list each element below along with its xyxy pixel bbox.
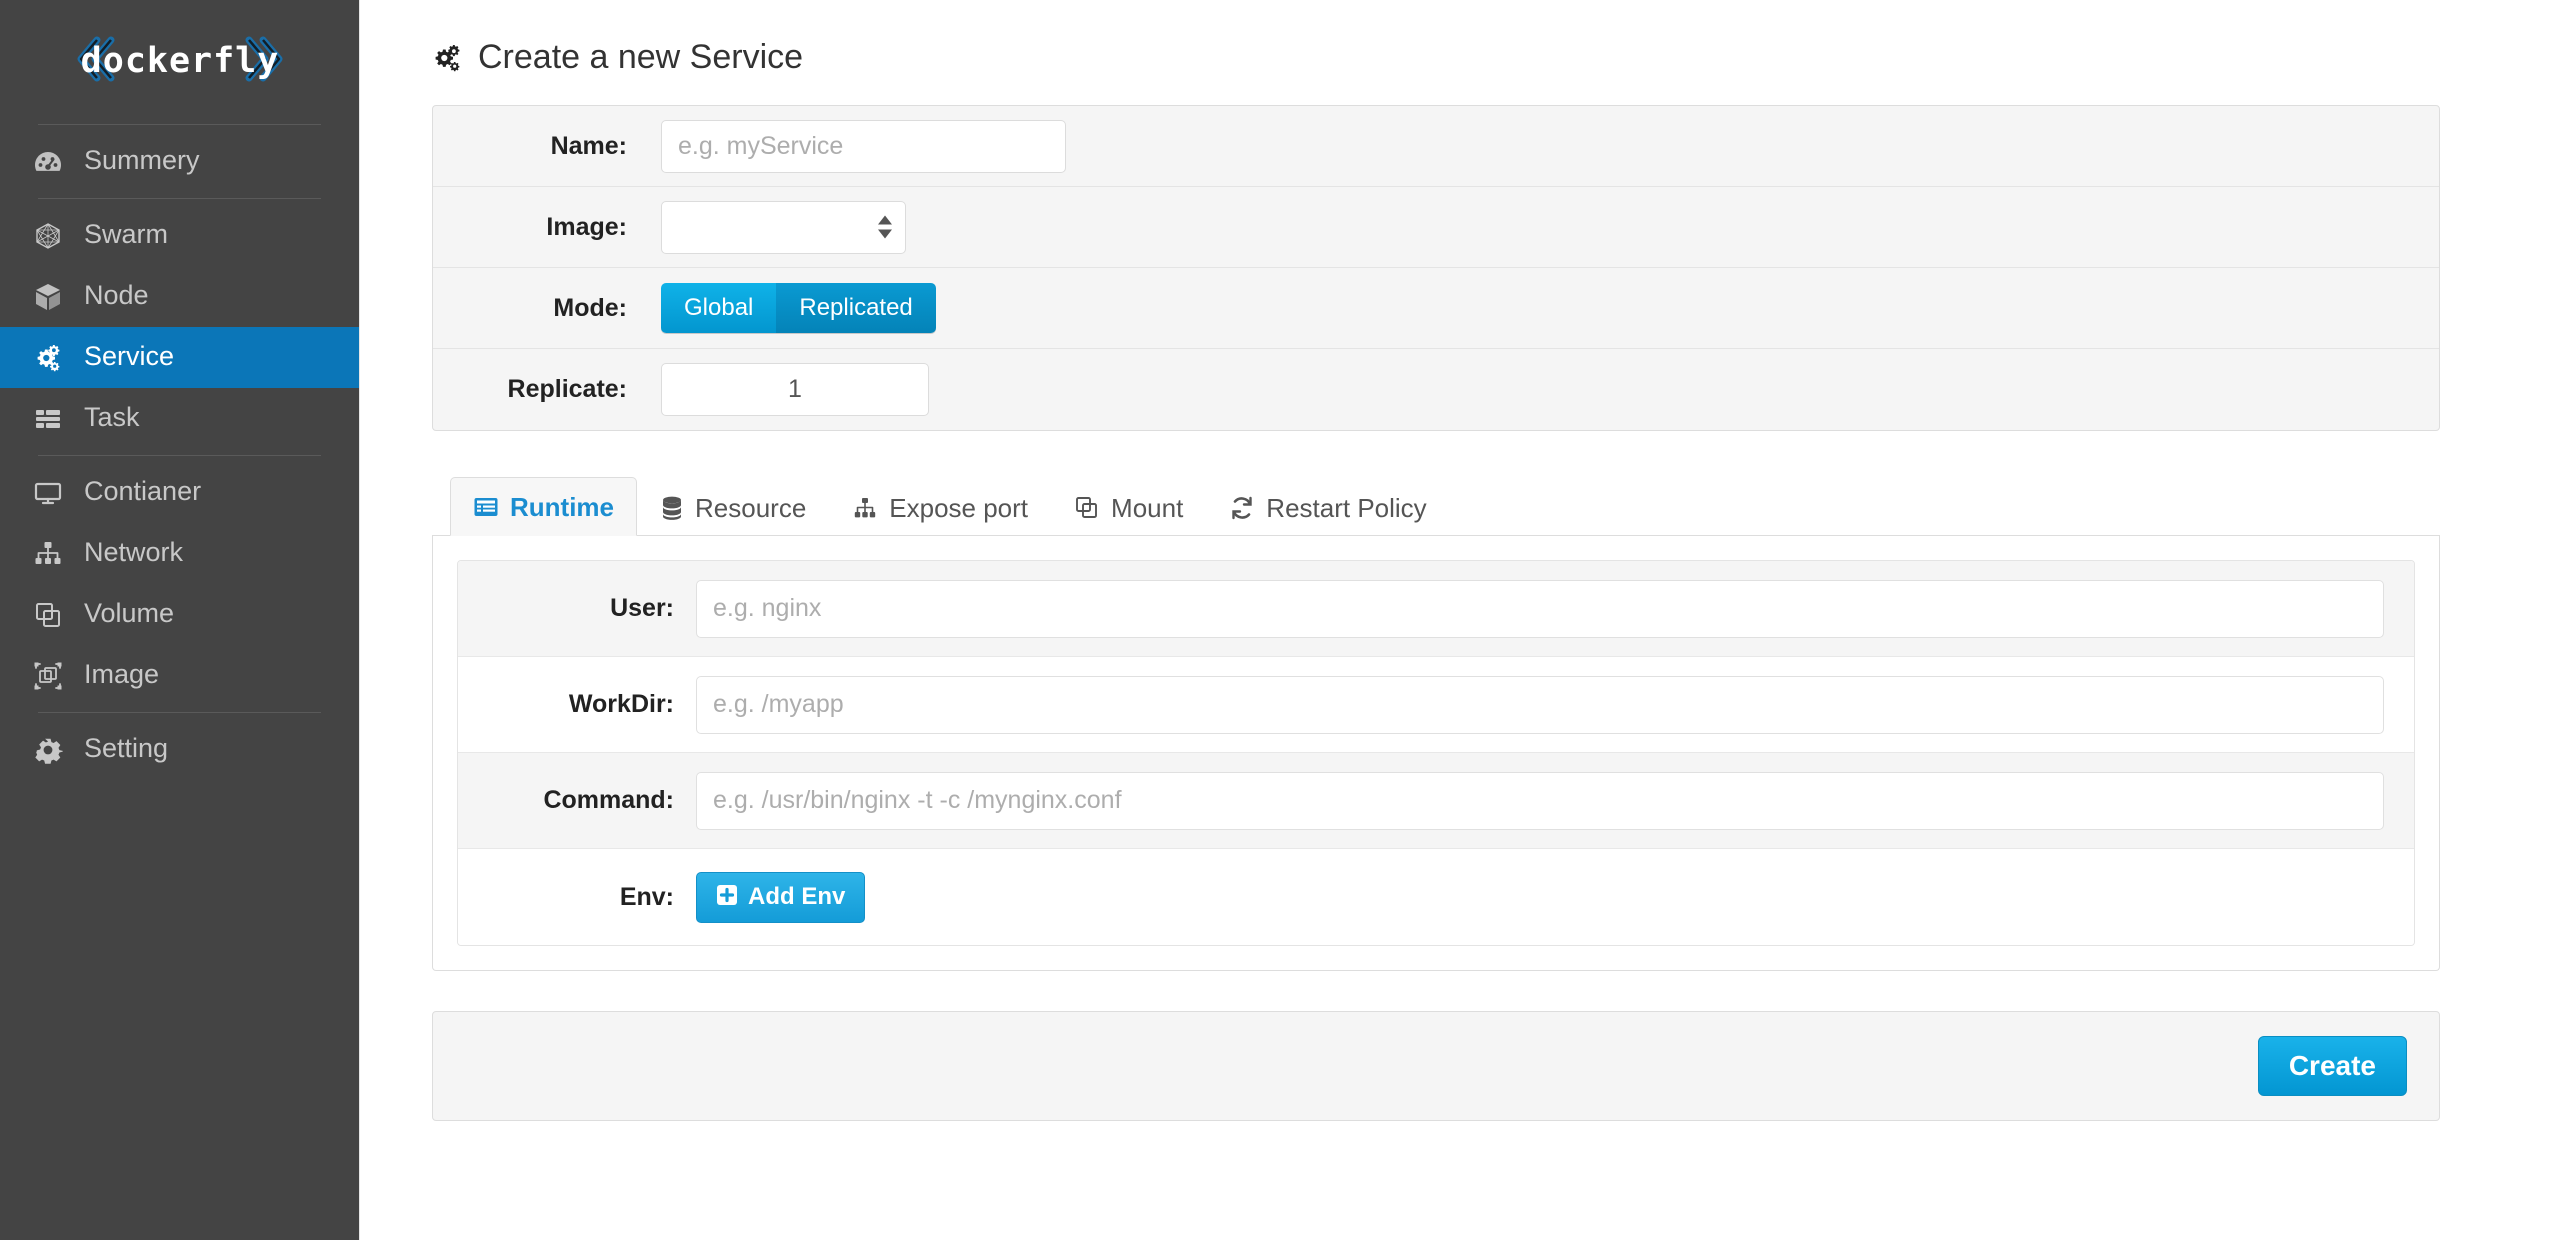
brand-logo[interactable]: dockerfly	[0, 0, 359, 118]
image-label: Image:	[546, 212, 627, 241]
desktop-icon	[22, 477, 74, 509]
tab-label: Resource	[695, 493, 807, 523]
mode-label: Mode:	[553, 293, 627, 322]
sidebar-item-summery[interactable]: Summery	[0, 131, 359, 192]
tab-mount[interactable]: Mount	[1051, 478, 1206, 536]
main-content: Create a new Service Name: Image:	[360, 0, 2550, 1240]
mode-button-replicated[interactable]: Replicated	[776, 283, 936, 333]
tab-label: Expose port	[889, 493, 1029, 523]
runtime-fields: User: WorkDir: Command:	[457, 560, 2415, 946]
runtime-row-command: Command:	[458, 753, 2414, 849]
cube-icon	[22, 281, 74, 313]
form-row-image: Image:	[433, 187, 2439, 268]
service-config-tabs: Runtime Resource Expose port Mount Resta…	[432, 477, 2440, 971]
form-row-name: Name:	[433, 106, 2439, 187]
sidebar-item-label: Summery	[84, 145, 200, 175]
sidebar-item-label: Swarm	[84, 219, 169, 249]
form-footer: Create	[432, 1011, 2440, 1121]
sidebar-item-label: Volume	[84, 598, 175, 628]
name-input[interactable]	[661, 119, 1066, 173]
form-row-replicate: Replicate:	[433, 349, 2439, 430]
tab-runtime[interactable]: Runtime	[450, 477, 637, 536]
create-button[interactable]: Create	[2257, 1036, 2407, 1096]
tab-label: Mount	[1111, 493, 1184, 523]
name-label: Name:	[550, 131, 627, 160]
list-alt-icon	[473, 494, 499, 520]
sitemap-icon	[852, 495, 878, 521]
tab-bar: Runtime Resource Expose port Mount Resta…	[432, 477, 2440, 536]
sidebar-item-volume[interactable]: Volume	[0, 584, 359, 645]
image-icon	[22, 660, 74, 692]
plus-square-icon	[716, 884, 738, 911]
cogs-icon	[432, 42, 464, 74]
add-env-label: Add Env	[748, 883, 846, 910]
tasks-icon	[22, 403, 74, 435]
nav-divider	[38, 712, 321, 713]
page-title-text: Create a new Service	[478, 38, 804, 76]
tab-expose-port[interactable]: Expose port	[829, 478, 1051, 536]
swarm-icon	[22, 220, 74, 252]
sidebar-item-label: Network	[84, 537, 184, 567]
tab-label: Runtime	[510, 492, 614, 522]
sidebar-item-node[interactable]: Node	[0, 266, 359, 327]
sitemap-icon	[22, 538, 74, 570]
sidebar-item-label: Contianer	[84, 476, 202, 506]
sidebar-item-service[interactable]: Service	[0, 327, 359, 388]
nav-divider	[38, 198, 321, 199]
sidebar-item-label: Image	[84, 659, 160, 689]
dockerfly-logo-icon: dockerfly	[77, 36, 282, 82]
workdir-input[interactable]	[696, 675, 2384, 734]
mode-button-global[interactable]: Global	[661, 283, 777, 333]
sidebar-item-image[interactable]: Image	[0, 645, 359, 706]
clone-icon	[22, 599, 74, 631]
image-select[interactable]	[661, 200, 906, 254]
runtime-row-env: Env: Add Env	[458, 849, 2414, 945]
user-label: User:	[610, 594, 674, 622]
tab-resource[interactable]: Resource	[637, 478, 829, 536]
refresh-icon	[1229, 495, 1255, 521]
replicate-label: Replicate:	[507, 375, 627, 403]
user-input[interactable]	[696, 579, 2384, 638]
sidebar-item-label: Setting	[84, 733, 169, 763]
nav-divider	[38, 455, 321, 456]
sidebar-item-label: Service	[84, 341, 175, 371]
form-row-mode: Mode: Global Replicated	[433, 268, 2439, 349]
env-label: Env:	[619, 882, 674, 911]
add-env-button[interactable]: Add Env	[696, 871, 866, 923]
tab-label: Restart Policy	[1266, 493, 1427, 523]
cogs-icon	[22, 342, 74, 374]
tab-restart-policy[interactable]: Restart Policy	[1206, 478, 1449, 536]
sidebar-item-label: Node	[84, 280, 149, 310]
database-icon	[660, 495, 684, 521]
service-basic-panel: Name: Image: Mod	[432, 105, 2440, 431]
sidebar-item-network[interactable]: Network	[0, 523, 359, 584]
mode-button-group: Global Replicated	[661, 283, 936, 333]
tachometer-icon	[22, 146, 74, 178]
workdir-label: WorkDir:	[568, 690, 674, 718]
clone-icon	[1074, 495, 1100, 521]
sidebar-item-setting[interactable]: Setting	[0, 719, 359, 780]
page-title: Create a new Service	[432, 38, 2440, 77]
sidebar-item-task[interactable]: Task	[0, 388, 359, 449]
runtime-tab-panel: User: WorkDir: Command:	[432, 536, 2440, 971]
svg-text:dockerfly: dockerfly	[80, 41, 279, 81]
runtime-row-workdir: WorkDir:	[458, 657, 2414, 753]
sidebar-item-swarm[interactable]: Swarm	[0, 205, 359, 266]
replicate-input[interactable]	[661, 363, 929, 416]
runtime-row-user: User:	[458, 561, 2414, 657]
command-input[interactable]	[696, 771, 2384, 830]
nav-divider	[38, 124, 321, 125]
sidebar: dockerfly Summery Swarm Node Service Tas…	[0, 0, 360, 1240]
gear-icon	[22, 734, 74, 766]
sidebar-item-label: Task	[84, 402, 140, 432]
sidebar-item-contianer[interactable]: Contianer	[0, 462, 359, 523]
app-root: dockerfly Summery Swarm Node Service Tas…	[0, 0, 2550, 1240]
command-label: Command:	[543, 786, 674, 814]
